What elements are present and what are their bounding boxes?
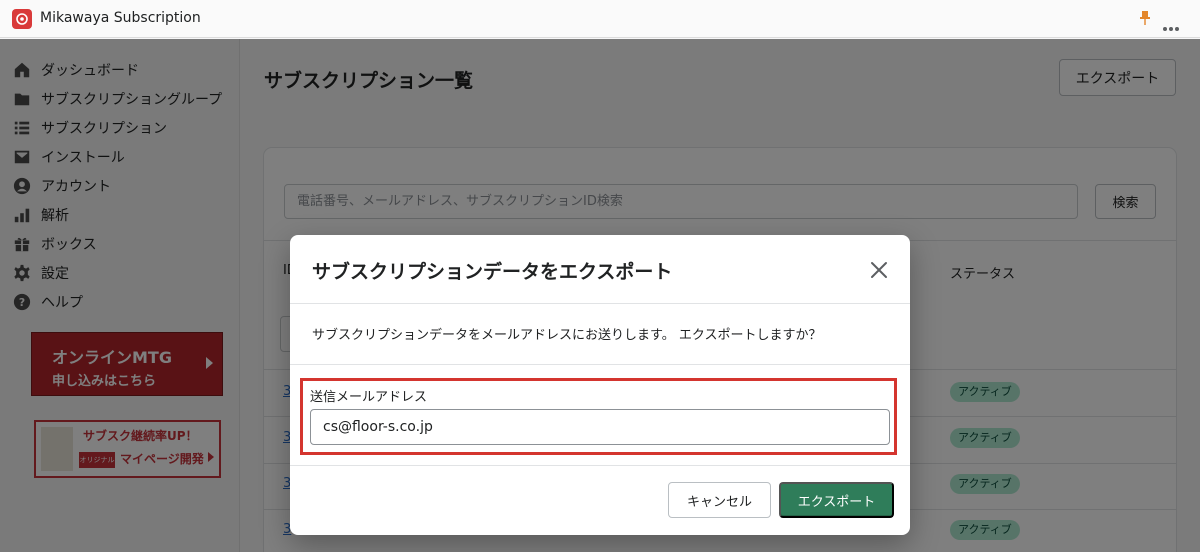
confirm-export-button[interactable]: エクスポート [779,482,894,518]
app-topbar: Mikawaya Subscription [0,0,1200,38]
divider [290,364,910,365]
export-modal: サブスクリプションデータをエクスポート サブスクリプションデータをメールアドレス… [290,235,910,535]
email-field-label: 送信メールアドレス [310,390,428,405]
email-field[interactable]: cs@floor-s.co.jp [310,409,890,445]
modal-message: サブスクリプションデータをメールアドレスにお送りします。 エクスポートしますか？ [312,328,822,343]
more-options-icon[interactable] [1163,16,1183,31]
cancel-button[interactable]: キャンセル [668,482,771,518]
app-logo-icon [12,9,32,29]
pin-icon[interactable] [1138,10,1152,26]
close-icon[interactable] [868,259,890,281]
divider [290,303,910,304]
divider [290,465,910,466]
modal-title: サブスクリプションデータをエクスポート [312,261,673,283]
app-title: Mikawaya Subscription [40,10,201,26]
